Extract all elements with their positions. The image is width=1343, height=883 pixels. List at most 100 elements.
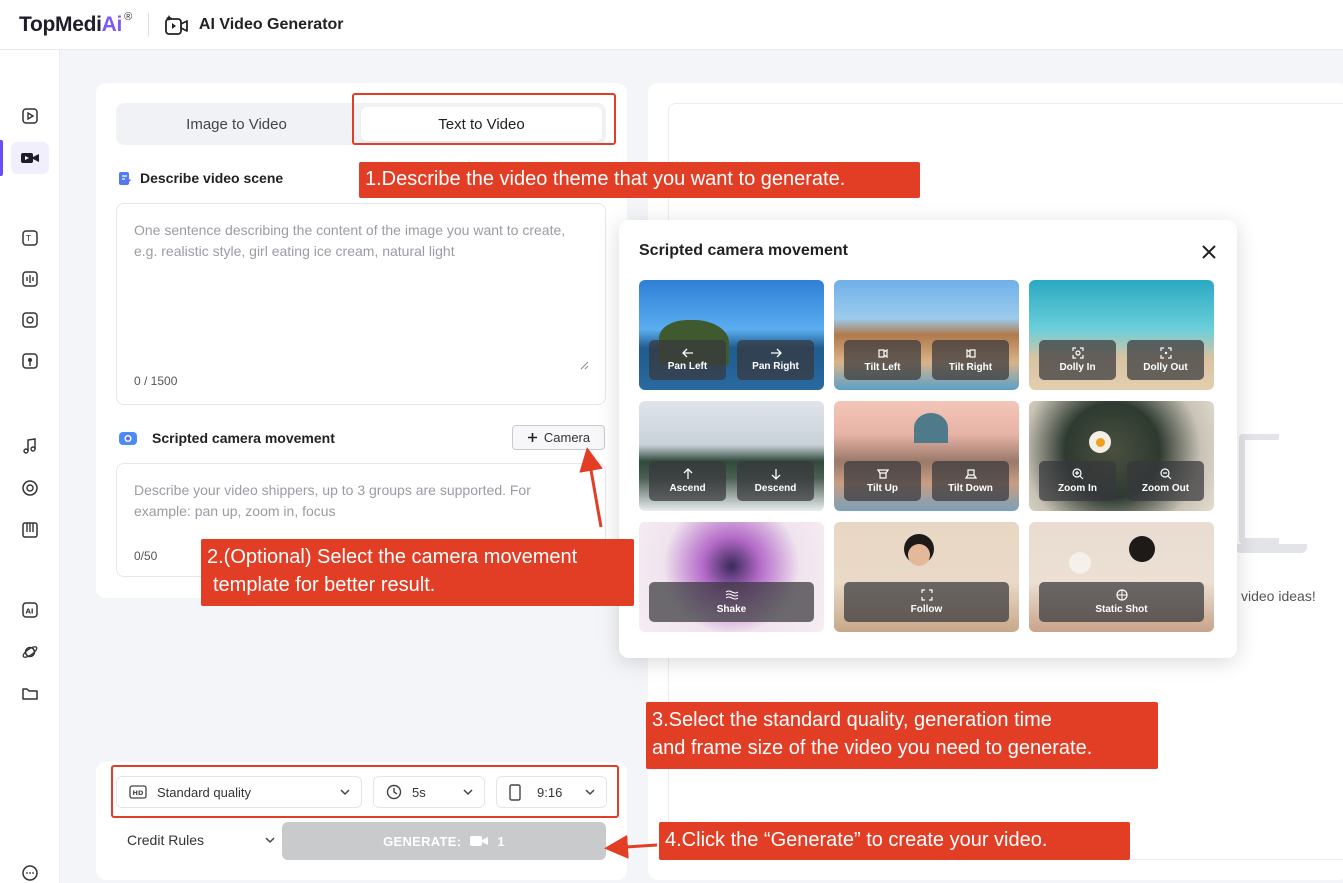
svg-text:T: T (25, 234, 31, 243)
svg-text:AI: AI (26, 608, 34, 616)
descend-label: Descend (754, 483, 797, 494)
credit-rules-select[interactable]: Credit Rules (127, 832, 276, 848)
tile-tilt-lr: Tilt Left Tilt Right (834, 280, 1019, 390)
descend-button[interactable]: Descend (737, 461, 814, 501)
annotation-step-1: 1.Describe the video theme that you want… (359, 162, 920, 198)
scene-section-title: Describe video scene (118, 170, 283, 186)
sidebar: T AI (0, 50, 60, 883)
tilt-down-icon (964, 469, 977, 479)
image-video-icon[interactable] (19, 105, 41, 127)
annotation-step-2-line-2: template for better result. (213, 574, 436, 596)
highlight-settings (111, 765, 619, 818)
close-icon[interactable] (1201, 244, 1217, 260)
tilt-down-button[interactable]: Tilt Down (932, 461, 1009, 501)
tilt-right-button[interactable]: Tilt Right (932, 340, 1009, 380)
video-generator-icon (164, 14, 188, 35)
dolly-out-button[interactable]: Dolly Out (1127, 340, 1204, 380)
podcast-icon[interactable] (19, 350, 41, 372)
annotation-step-2: 2.(Optional) Select the camera movement … (201, 539, 634, 606)
highlight-text-to-video (352, 93, 616, 145)
tab-image-to-video[interactable]: Image to Video (116, 103, 357, 145)
annotation-step-4-text: 4.Click the “Generate” to create your vi… (665, 829, 1048, 851)
arrow-down-icon (771, 469, 780, 480)
resize-handle-icon[interactable] (579, 360, 589, 370)
tilt-up-button[interactable]: Tilt Up (844, 461, 921, 501)
camera-title-text: Scripted camera movement (152, 430, 335, 446)
logo-text: TopMedi (19, 12, 102, 36)
input-panel: Image to Video Text to Video Describe vi… (96, 83, 627, 598)
ascend-button[interactable]: Ascend (649, 461, 726, 501)
plus-icon (527, 433, 537, 442)
tilt-up-icon (876, 469, 889, 479)
tilt-left-icon (877, 348, 888, 359)
dolly-in-label: Dolly In (1059, 362, 1096, 373)
popup-title: Scripted camera movement (639, 242, 848, 259)
zoom-in-icon (1071, 468, 1083, 480)
generate-button[interactable]: GENERATE: 1 (282, 822, 606, 860)
static-shot-button[interactable]: Static Shot (1039, 582, 1204, 622)
follow-label: Follow (910, 604, 943, 615)
sidebar-active-indicator (0, 140, 3, 176)
camera-char-count: 0/50 (134, 549, 158, 563)
tile-zoom: Zoom In Zoom Out (1029, 401, 1214, 511)
shake-icon (725, 590, 738, 600)
static-shot-label: Static Shot (1095, 604, 1148, 615)
generate-cost: 1 (497, 833, 505, 849)
vocal-remover-icon[interactable] (19, 477, 41, 499)
pan-left-button[interactable]: Pan Left (649, 340, 726, 380)
arrow-right-icon (770, 348, 782, 358)
tilt-left-button[interactable]: Tilt Left (844, 340, 921, 380)
chevron-down-icon (265, 837, 275, 844)
music-note-icon[interactable] (19, 435, 41, 457)
dolly-in-button[interactable]: Dolly In (1039, 340, 1116, 380)
annotation-step-1-text: 1.Describe the video theme that you want… (365, 168, 846, 190)
ai-box-icon[interactable]: AI (19, 599, 41, 621)
camera-movement-popup: Scripted camera movement Pan Left Pan Ri… (619, 220, 1237, 658)
annotation-step-4: 4.Click the “Generate” to create your vi… (659, 822, 1130, 860)
tilt-right-icon (965, 348, 976, 359)
laptop-illustration (1239, 434, 1279, 544)
tile-static: Static Shot (1029, 522, 1214, 632)
video-credit-icon (470, 836, 489, 846)
logo[interactable]: TopMedi Ai ® (19, 11, 132, 37)
scene-placeholder: One sentence describing the content of t… (134, 222, 566, 259)
zoom-out-label: Zoom Out (1141, 483, 1190, 494)
tile-pan: Pan Left Pan Right (639, 280, 824, 390)
add-camera-button[interactable]: Camera (512, 425, 605, 450)
camera-icon (118, 430, 138, 446)
chat-icon[interactable] (19, 862, 41, 883)
follow-button[interactable]: Follow (844, 582, 1009, 622)
zoom-out-button[interactable]: Zoom Out (1127, 461, 1204, 501)
voice-changer-icon[interactable] (19, 268, 41, 290)
dolly-out-icon (1159, 347, 1172, 359)
text-speech-icon[interactable]: T (19, 227, 41, 249)
tilt-left-label: Tilt Left (864, 362, 901, 373)
camera-section-title: Scripted camera movement (118, 430, 335, 446)
tile-shake: Shake (639, 522, 824, 632)
annotation-step-3: 3.Select the standard quality, generatio… (646, 702, 1158, 769)
shake-button[interactable]: Shake (649, 582, 814, 622)
tilt-up-label: Tilt Up (867, 483, 898, 494)
tile-tilt-ud: Tilt Up Tilt Down (834, 401, 1019, 511)
scene-char-count: 0 / 1500 (134, 374, 178, 388)
audio-icon[interactable] (19, 309, 41, 331)
video-camera-icon[interactable] (19, 147, 41, 169)
scene-description-input[interactable]: One sentence describing the content of t… (116, 203, 606, 405)
tilt-right-label: Tilt Right (948, 362, 993, 373)
tilt-down-label: Tilt Down (948, 483, 993, 494)
app-title-text: AI Video Generator (198, 15, 344, 33)
arrow-left-icon (681, 348, 693, 358)
top-bar: TopMedi Ai ® AI Video Generator (0, 0, 1343, 50)
zoom-in-button[interactable]: Zoom In (1039, 461, 1116, 501)
ascend-label: Ascend (669, 483, 706, 494)
dolly-in-icon (1071, 347, 1084, 359)
folder-icon[interactable] (19, 683, 41, 705)
tile-ascend: Ascend Descend (639, 401, 824, 511)
pan-right-button[interactable]: Pan Right (737, 340, 814, 380)
laptop-base (1235, 544, 1307, 553)
annotation-step-2-line-1: 2.(Optional) Select the camera movement (207, 546, 578, 568)
crosshair-icon (1115, 589, 1128, 601)
scene-title-text: Describe video scene (140, 170, 284, 186)
piano-icon[interactable] (19, 519, 41, 541)
planet-icon[interactable] (19, 641, 41, 663)
